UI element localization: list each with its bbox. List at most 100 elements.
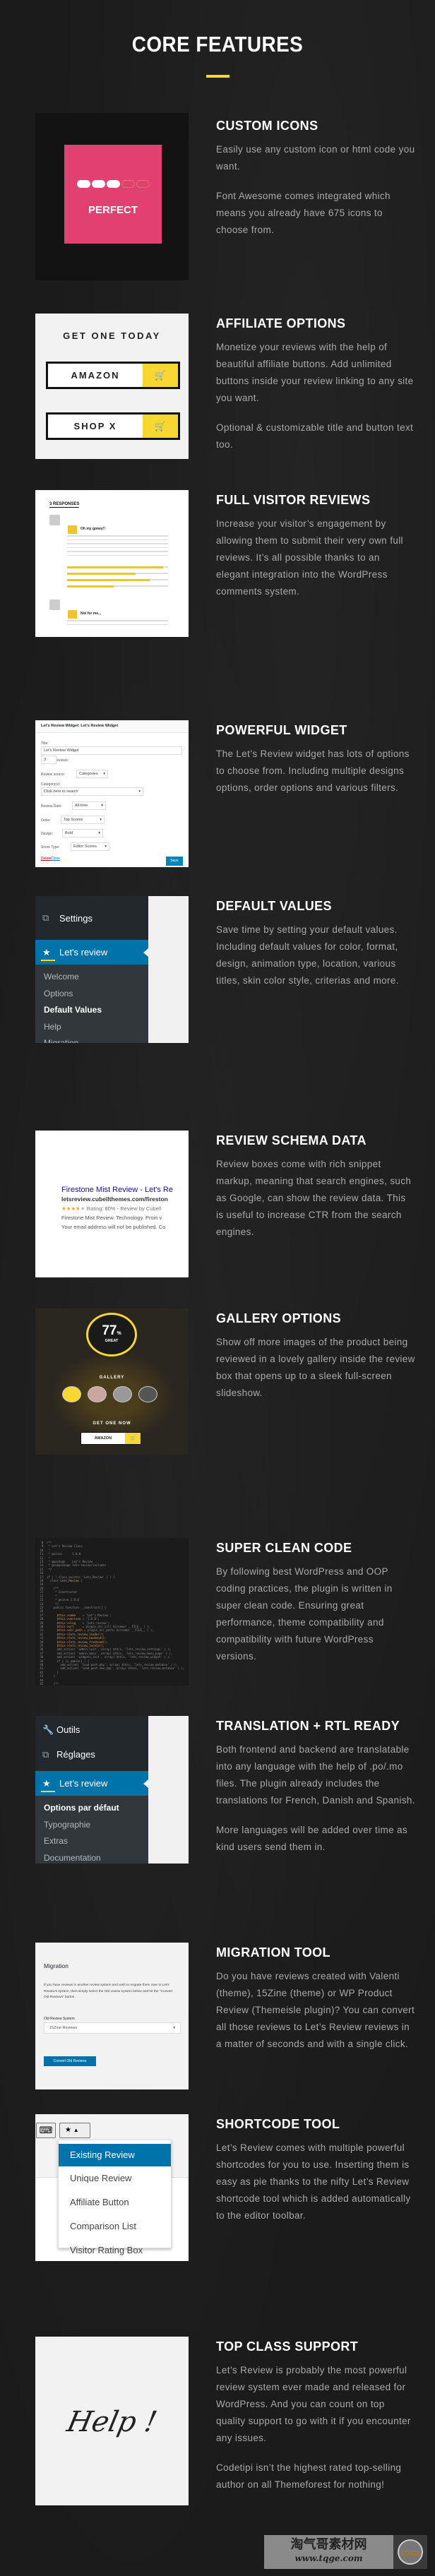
feature-description: Easily use any custom icon or html code …: [216, 144, 415, 172]
menu-item-0[interactable]: 🔧 Outils: [35, 1717, 148, 1742]
text-line: [67, 543, 168, 544]
page-title: CORE FEATURES: [131, 32, 304, 56]
amazon-button[interactable]: AMAZON 🛒: [81, 1432, 141, 1445]
feature-heading: GALLERY OPTIONS: [216, 1311, 342, 1325]
dropdown-item[interactable]: Comparison List: [59, 2214, 171, 2238]
field-label: Title:: [41, 741, 49, 746]
submenu-item[interactable]: Typographie: [35, 1817, 148, 1834]
field-value: Click here to search: [44, 789, 78, 794]
text-line: [67, 620, 168, 621]
menu-item-lets-review[interactable]: ★ Let’s review: [35, 1771, 148, 1796]
gallery-thumbnail[interactable]: [88, 1386, 107, 1402]
widget-field[interactable]: Click here to search ▾: [41, 787, 143, 796]
caret-down-icon: ▾: [98, 831, 100, 835]
affiliate-button[interactable]: AMAZON 🛒: [46, 362, 180, 389]
gamepad-icon: [121, 180, 135, 188]
score-verdict: GREAT: [105, 1339, 119, 1343]
save-label: Save: [170, 859, 179, 863]
feature-preview: PERFECT: [35, 113, 189, 280]
score-value: 77: [102, 1323, 117, 1338]
feature-text: MIGRATION TOOL Do you have reviews create…: [216, 1945, 415, 2065]
gallery-thumbnail[interactable]: [138, 1386, 157, 1402]
gallery-thumbnail[interactable]: [113, 1386, 132, 1402]
widget-field[interactable]: All-time ▾: [72, 801, 106, 810]
menu-item-settings[interactable]: ⧉ Settings: [35, 902, 148, 934]
widget-field[interactable]: Categories ▾: [76, 770, 108, 778]
title-accent-bar: [206, 75, 230, 78]
field-value: Editor Scores: [73, 845, 97, 849]
field-value: 3: [44, 758, 47, 762]
delete-link: Delete: [41, 857, 52, 861]
feature-heading: DEFAULT VALUES: [216, 899, 332, 913]
field-label: Design:: [41, 832, 53, 836]
glasses-logo-icon: ▭▭: [398, 2539, 423, 2565]
submenu-item[interactable]: Help: [35, 1019, 148, 1036]
feature-preview: ⧉ Settings ★ Let's review Welcome Options De…: [35, 896, 189, 1043]
code-snippet: 8 /** 9 * Let's Review Class 10 * 11 * @…: [40, 1541, 185, 1686]
submenu-item[interactable]: Options: [35, 986, 148, 1003]
widget-field[interactable]: Top Scores ▾: [61, 816, 105, 824]
button-label: AMAZON: [94, 1436, 112, 1441]
star-icon: ★: [65, 2126, 71, 2134]
text-line: [67, 554, 168, 556]
save-button[interactable]: Save: [166, 857, 183, 866]
shortcode-tool-button[interactable]: ★ ▲: [59, 2123, 90, 2138]
comment-headline: Not for me...: [81, 612, 102, 616]
convert-old-reviews-button[interactable]: Convert Old Reviews: [44, 2056, 96, 2066]
dropdown-item[interactable]: Visitor Rating Box: [59, 2238, 171, 2261]
caret-down-icon: ▾: [105, 845, 107, 849]
submenu-item[interactable]: Default Values: [35, 1002, 148, 1019]
affiliate-button-label: SHOP X: [73, 421, 117, 431]
gallery-thumbnail[interactable]: [62, 1386, 81, 1402]
field-label: Review Date:: [41, 804, 62, 809]
submenu-item[interactable]: Migration: [35, 1035, 148, 1043]
menu-item-lets-review[interactable]: ★ Let's review: [35, 940, 148, 965]
submenu-item[interactable]: Documentation: [35, 1850, 148, 1864]
result-url: letsreview.cubellthemes.com/fireston: [61, 1195, 168, 1203]
widget-field[interactable]: 3: [41, 756, 56, 764]
rating-label: PERFECT: [88, 204, 138, 216]
submenu-item[interactable]: Welcome: [35, 969, 148, 986]
menu-label: Settings: [59, 912, 93, 924]
feature-preview: Let's Review Widget: Let's Review Widget…: [35, 720, 189, 867]
star-icon: ★: [42, 1777, 51, 1789]
avatar: [49, 600, 60, 610]
feature-text: TRANSLATION + RTL READY Both frontend and…: [216, 1719, 415, 1868]
widget-field[interactable]: Editor Scores ▾: [71, 842, 109, 851]
feature-heading: AFFILIATE OPTIONS: [216, 316, 346, 330]
feature-preview: GET ONE TODAY AMAZON 🛒 SHOP X 🛒: [35, 314, 189, 459]
feature-text: SHORTCODE TOOL Let’s Review comes with mu…: [216, 2117, 415, 2237]
feature-description: Codetipi isn’t the highest rated top-sel…: [216, 2462, 402, 2490]
gamepad-icon: [106, 180, 120, 188]
rating-card: PERFECT: [64, 145, 162, 244]
watermark-url: www.tqge.com: [294, 2553, 363, 2563]
dropdown-item[interactable]: Unique Review: [59, 2166, 171, 2190]
submenu-item[interactable]: Extras: [35, 1833, 148, 1850]
feature-text: AFFILIATE OPTIONS Monetize your reviews w…: [216, 316, 415, 466]
cta-label: GET ONE NOW: [93, 1421, 131, 1426]
feature-description: Let’s Review comes with multiple powerfu…: [216, 2142, 411, 2221]
feature-text: GALLERY OPTIONS Show off more images of t…: [216, 1311, 415, 1414]
affiliate-button[interactable]: SHOP X 🛒: [46, 412, 180, 440]
score-bar: [67, 578, 150, 581]
dropdown-item[interactable]: Existing Review: [59, 2144, 171, 2166]
menu-item-1[interactable]: ⧉ Réglages: [35, 1742, 148, 1767]
feature-preview: Help !: [35, 2337, 189, 2505]
feature-description: Increase your visitor’s engagement by al…: [216, 518, 403, 597]
widget-field[interactable]: Bold ▾: [62, 829, 103, 837]
old-review-system-select[interactable]: 15Zine Reviews ▾: [44, 2022, 181, 2034]
widget-field[interactable]: Let's Review Widget: [41, 746, 182, 755]
cart-icon: 🛒: [154, 369, 167, 381]
close-link: Close: [51, 857, 60, 861]
submenu-item[interactable]: Options par défaut: [35, 1800, 148, 1817]
field-value: Categories: [79, 772, 98, 776]
shortcode-dropdown: Existing Review Unique Review Affiliate Bu…: [58, 2140, 172, 2255]
watermark: 淘气哥素材网 www.tqge.com ▭▭: [264, 2535, 427, 2569]
text-line: [67, 547, 168, 548]
keyboard-icon[interactable]: ⌨: [36, 2123, 56, 2138]
dropdown-item[interactable]: Affiliate Button: [59, 2190, 171, 2214]
text-line: [67, 624, 168, 625]
select-label: Old Review System: [44, 2017, 75, 2021]
gallery-label: GALLERY: [99, 1376, 125, 1380]
snippet-line: Firestone Mist Review. Technology. Proin…: [61, 1215, 162, 1221]
